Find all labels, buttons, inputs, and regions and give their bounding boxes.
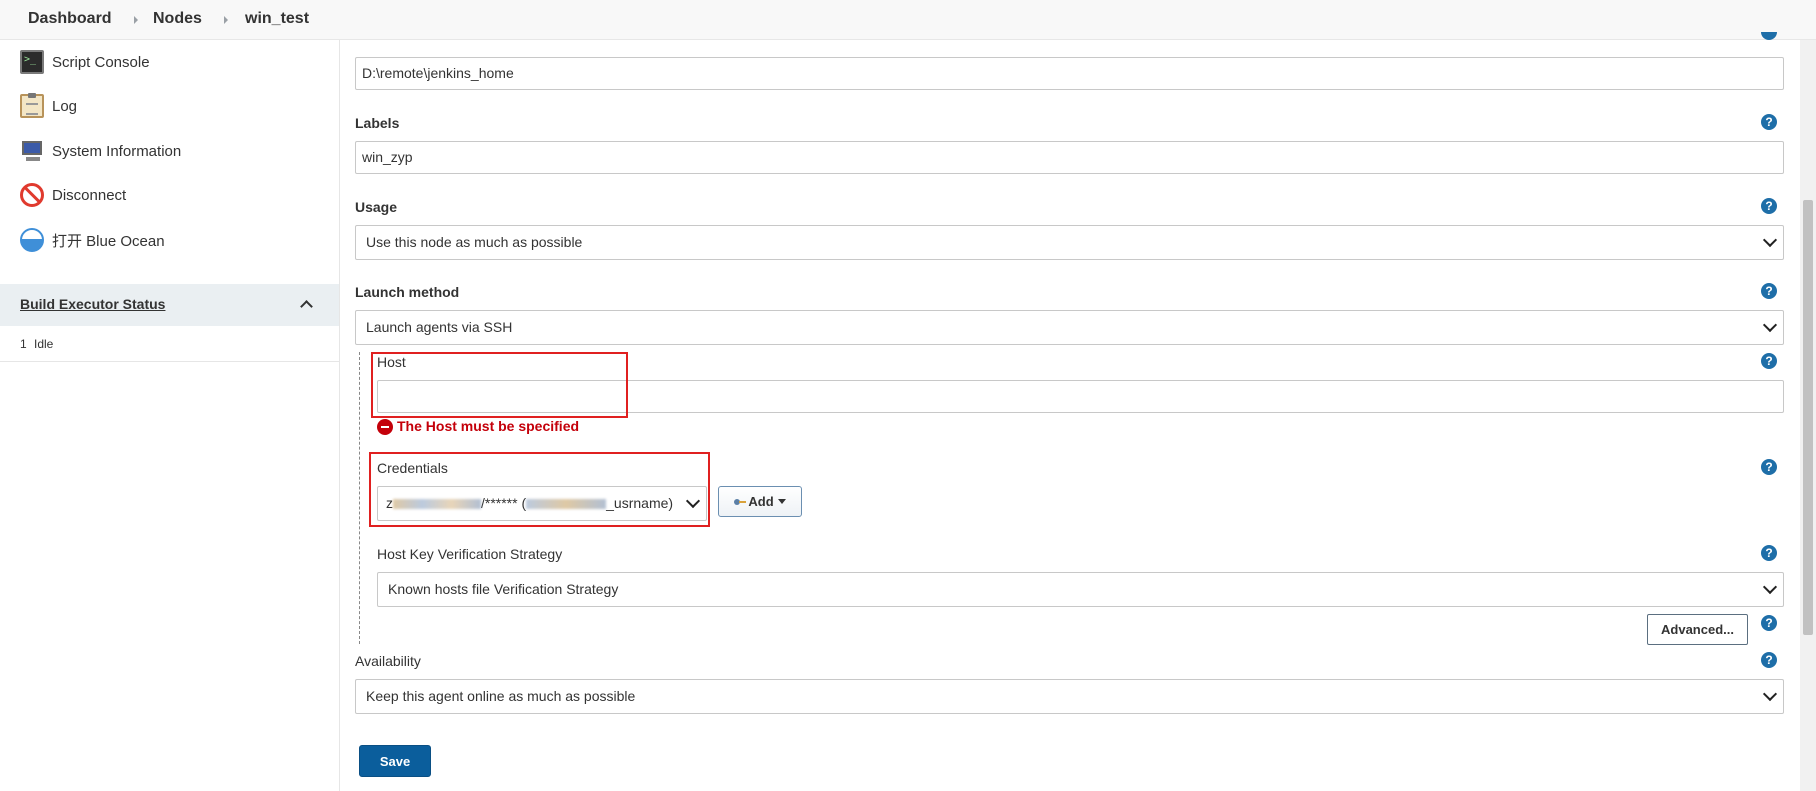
remote-root-input[interactable]: D:\remote\jenkins_home [355, 57, 1784, 90]
host-key-strategy-select[interactable]: Known hosts file Verification Strategy [377, 572, 1784, 607]
help-icon[interactable]: ? [1761, 283, 1777, 299]
breadcrumb-separator-icon [134, 16, 138, 24]
chevron-up-icon[interactable] [300, 298, 312, 310]
executor-state: Idle [34, 337, 54, 351]
help-icon[interactable]: ? [1761, 353, 1777, 369]
availability-label: Availability [355, 653, 421, 669]
chevron-down-icon [1762, 232, 1778, 248]
task-label: 打开 Blue Ocean [52, 232, 165, 250]
executor-number: 1 [20, 337, 27, 351]
task-disconnect[interactable]: Disconnect [20, 180, 320, 210]
help-icon[interactable]: ? [1761, 198, 1777, 214]
labels-label: Labels [355, 115, 400, 131]
task-label: Log [52, 97, 78, 115]
help-icon[interactable]: ? [1761, 545, 1777, 561]
blue-ocean-icon [20, 228, 44, 252]
launch-method-select[interactable]: Launch agents via SSH [355, 310, 1784, 345]
executor-row: 1 Idle [0, 326, 339, 362]
terminal-icon [20, 50, 44, 74]
save-button[interactable]: Save [359, 745, 431, 777]
host-key-strategy-selected-value: Known hosts file Verification Strategy [388, 581, 619, 597]
task-label: Script Console [52, 53, 150, 71]
task-label: System Information [52, 142, 182, 160]
usage-label: Usage [355, 199, 398, 215]
no-entry-icon [20, 183, 44, 207]
host-highlight-box [371, 352, 628, 418]
executor-status-header: Build Executor Status [0, 284, 339, 326]
labels-input[interactable]: win_zyp [355, 141, 1784, 174]
launch-method-selected-value: Launch agents via SSH [366, 319, 513, 335]
advanced-button[interactable]: Advanced... [1647, 614, 1748, 645]
usage-selected-value: Use this node as much as possible [366, 234, 583, 250]
task-log[interactable]: Log [20, 91, 320, 121]
availability-select[interactable]: Keep this agent online as much as possib… [355, 679, 1784, 714]
breadcrumb: Dashboard Nodes win_test [0, 0, 1816, 40]
credentials-highlight-box [369, 452, 710, 527]
help-icon[interactable]: ? [1761, 114, 1777, 130]
task-system-information[interactable]: System Information [20, 136, 320, 166]
chevron-down-icon [1762, 686, 1778, 702]
help-icon[interactable]: ? [1761, 652, 1777, 668]
computer-icon [20, 139, 44, 163]
usage-select[interactable]: Use this node as much as possible [355, 225, 1784, 260]
add-credentials-button[interactable]: Add [718, 486, 802, 517]
task-script-console[interactable]: Script Console [20, 47, 320, 77]
task-blue-ocean[interactable]: 打开 Blue Ocean [20, 225, 320, 255]
executor-status-title[interactable]: Build Executor Status [20, 296, 165, 312]
remote-root-label-clipped [355, 40, 655, 46]
key-icon [734, 498, 747, 506]
launch-method-label: Launch method [355, 284, 460, 300]
help-icon[interactable]: ? [1761, 459, 1777, 475]
chevron-down-icon [1762, 317, 1778, 333]
caret-down-icon [777, 499, 786, 504]
clipboard-icon [20, 93, 44, 118]
breadcrumb-win-test[interactable]: win_test [245, 10, 309, 28]
launch-method-divider [359, 352, 360, 644]
chevron-down-icon [1762, 579, 1778, 595]
host-error-message: The Host must be specified [397, 418, 580, 434]
host-key-strategy-label: Host Key Verification Strategy [377, 546, 563, 562]
availability-selected-value: Keep this agent online as much as possib… [366, 688, 636, 704]
add-label: Add [748, 494, 774, 509]
scrollbar-thumb[interactable] [1803, 200, 1813, 635]
side-panel: Script Console Log System Information Di… [0, 40, 340, 791]
task-label: Disconnect [52, 186, 127, 204]
breadcrumb-nodes[interactable]: Nodes [153, 10, 202, 28]
help-icon[interactable]: ? [1761, 615, 1777, 631]
breadcrumb-dashboard[interactable]: Dashboard [28, 10, 112, 28]
breadcrumb-separator-icon [224, 16, 228, 24]
error-icon [377, 419, 393, 435]
